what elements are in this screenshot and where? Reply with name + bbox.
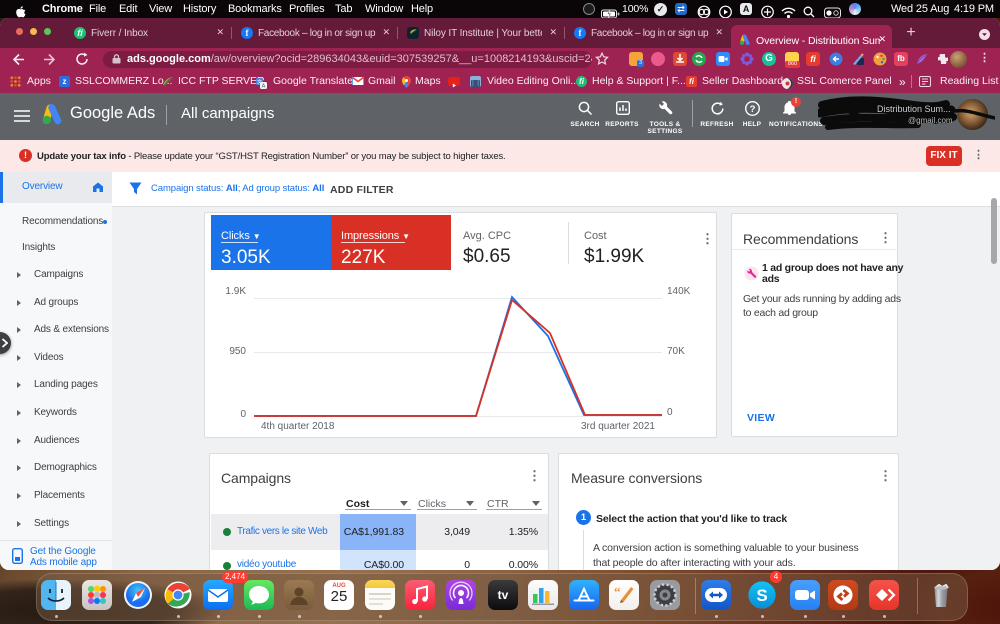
svg-text:S: S <box>756 586 767 605</box>
svg-text:“: “ <box>614 584 621 599</box>
